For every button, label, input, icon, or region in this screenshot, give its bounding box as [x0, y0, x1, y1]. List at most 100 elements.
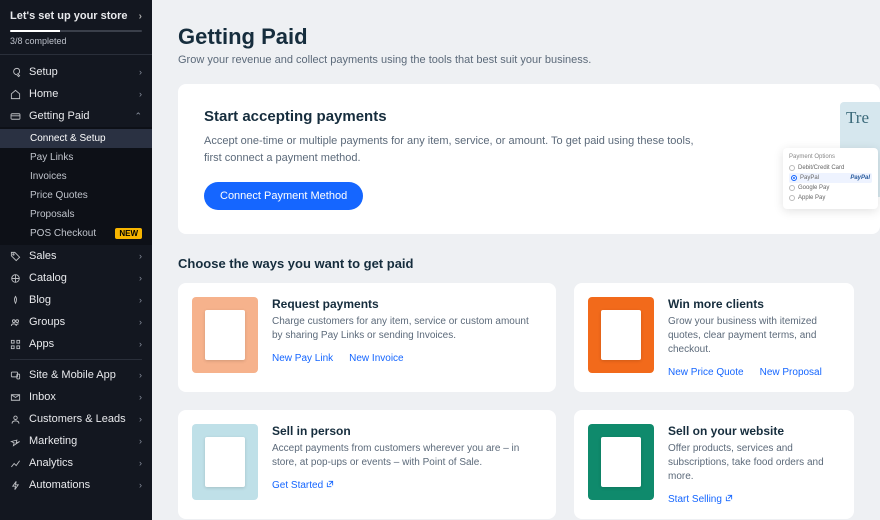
chevron-right-icon: › — [139, 295, 142, 305]
setup-banner-title: Let's set up your store — [10, 10, 128, 22]
home-icon — [10, 89, 21, 100]
sidebar-submenu-getting-paid: Connect & Setup Pay Links Invoices Price Qu… — [0, 127, 152, 245]
card-links: Start Selling — [668, 494, 840, 505]
sidebar-item-apps[interactable]: Apps › — [0, 333, 152, 355]
card-links: New Price Quote New Proposal — [668, 367, 840, 378]
card-link-new-pay-link[interactable]: New Pay Link — [272, 353, 333, 364]
card-link-new-proposal[interactable]: New Proposal — [760, 367, 822, 378]
card-body: Grow your business with itemized quotes,… — [668, 315, 840, 357]
device-icon — [10, 370, 21, 381]
sidebar-item-groups[interactable]: Groups› — [0, 311, 152, 333]
card-title: Sell in person — [272, 424, 542, 438]
card-body: Charge customers for any item, service o… — [272, 315, 542, 343]
external-icon — [725, 494, 733, 505]
nav: Setup › Home › Getting Paid⌃ Connect & Setup P… — [0, 55, 152, 502]
sidebar: Let's set up your store › 3/8 completed … — [0, 0, 152, 520]
chevron-right-icon: › — [139, 480, 142, 490]
sidebar-item-label: Automations — [29, 479, 90, 491]
sidebar-subitem-label: Invoices — [30, 171, 67, 182]
card-thumbnail — [588, 297, 654, 373]
cards-row-2: Sell in personAccept payments from custo… — [178, 410, 880, 519]
sidebar-item-label: Home — [29, 88, 58, 100]
sidebar-item-label: Apps — [29, 338, 54, 350]
sidebar-item-label: Customers & Leads — [29, 413, 126, 425]
card-icon — [10, 111, 21, 122]
card-request: Request payments Charge customers for any… — [178, 283, 556, 392]
chevron-right-icon: › — [139, 339, 142, 349]
spark-icon — [10, 436, 21, 447]
page-subtitle: Grow your revenue and collect payments u… — [178, 54, 880, 66]
chevron-right-icon: › — [139, 458, 142, 468]
sidebar-item-label: Marketing — [29, 435, 77, 447]
apps-icon — [10, 339, 21, 350]
sidebar-item-label: Site & Mobile App — [29, 369, 116, 381]
sidebar-item-getting-paid[interactable]: Getting Paid⌃ — [0, 105, 152, 127]
card-inperson: Sell in personAccept payments from custo… — [178, 410, 556, 519]
card-title: Sell on your website — [668, 424, 840, 438]
tag-icon — [10, 251, 21, 262]
sidebar-item-label: Setup — [29, 66, 58, 78]
people-icon — [10, 317, 21, 328]
chart-icon — [10, 458, 21, 469]
sidebar-item-label: Sales — [29, 250, 57, 262]
sidebar-item-home[interactable]: Home › — [0, 83, 152, 105]
sidebar-subitem-label: Pay Links — [30, 152, 73, 163]
setup-banner[interactable]: Let's set up your store › 3/8 completed — [0, 0, 152, 55]
card-link-new-price-quote[interactable]: New Price Quote — [668, 367, 744, 378]
hero-title: Start accepting payments — [204, 108, 704, 125]
page-title: Getting Paid — [178, 24, 880, 50]
card-body: Offer products, services and subscriptio… — [668, 442, 840, 484]
sidebar-subitem-proposals[interactable]: Proposals — [0, 205, 152, 224]
chevron-right-icon: › — [139, 251, 142, 261]
grid-icon — [10, 273, 21, 284]
hero-body: Accept one-time or multiple payments for… — [204, 133, 704, 166]
card-title: Request payments — [272, 297, 542, 311]
setup-progress — [10, 30, 142, 32]
setup-progress-fill — [10, 30, 60, 32]
user-icon — [10, 414, 21, 425]
chevron-up-icon: ⌃ — [134, 111, 142, 122]
connect-payment-button[interactable]: Connect Payment Method — [204, 182, 363, 210]
sidebar-item-site[interactable]: Site & Mobile App › — [0, 364, 152, 386]
chevron-right-icon: › — [139, 11, 142, 22]
sidebar-item-label: Inbox — [29, 391, 56, 403]
sidebar-subitem-paylinks[interactable]: Pay Links — [0, 148, 152, 167]
sidebar-item-analytics[interactable]: Analytics › — [0, 452, 152, 474]
sidebar-subitem-quotes[interactable]: Price Quotes — [0, 186, 152, 205]
sidebar-item-sales[interactable]: Sales › — [0, 245, 152, 267]
sidebar-item-marketing[interactable]: Marketing› — [0, 430, 152, 452]
card-link-get-started[interactable]: Get Started — [272, 480, 334, 491]
sidebar-item-setup[interactable]: Setup › — [0, 61, 152, 83]
sidebar-subitem-label: Price Quotes — [30, 190, 88, 201]
card-website: Sell on your website Offer products, serv… — [574, 410, 854, 519]
main-content: Getting Paid Grow your revenue and colle… — [152, 0, 880, 520]
external-icon — [326, 480, 334, 491]
sidebar-item-customers[interactable]: Customers & Leads› — [0, 408, 152, 430]
card-title: Win more clients — [668, 297, 840, 311]
sidebar-item-automations[interactable]: Automations › — [0, 474, 152, 496]
chevron-right-icon: › — [139, 67, 142, 77]
card-thumbnail — [588, 424, 654, 500]
chevron-right-icon: › — [139, 89, 142, 99]
chevron-right-icon: › — [139, 273, 142, 283]
card-link-new-invoice[interactable]: New Invoice — [349, 353, 403, 364]
sidebar-item-catalog[interactable]: Catalog › — [0, 267, 152, 289]
sidebar-subitem-connect[interactable]: Connect & Setup — [0, 129, 152, 148]
sidebar-item-label: Catalog — [29, 272, 67, 284]
card-link-start-selling[interactable]: Start Selling — [668, 494, 733, 505]
nav-divider — [10, 359, 142, 360]
sidebar-item-inbox[interactable]: Inbox › — [0, 386, 152, 408]
sidebar-item-blog[interactable]: Blog › — [0, 289, 152, 311]
card-links: Get Started — [272, 480, 542, 491]
chevron-right-icon: › — [139, 392, 142, 402]
sidebar-item-label: Groups — [29, 316, 65, 328]
sidebar-item-label: Analytics — [29, 457, 73, 469]
sidebar-item-label: Blog — [29, 294, 51, 306]
new-badge: NEW — [115, 228, 142, 239]
sidebar-subitem-invoices[interactable]: Invoices — [0, 167, 152, 186]
pen-icon — [10, 295, 21, 306]
sidebar-subitem-pos[interactable]: POS CheckoutNEW — [0, 224, 152, 243]
setup-progress-text: 3/8 completed — [10, 36, 142, 46]
card-thumbnail — [192, 297, 258, 373]
chevron-right-icon: › — [139, 370, 142, 380]
